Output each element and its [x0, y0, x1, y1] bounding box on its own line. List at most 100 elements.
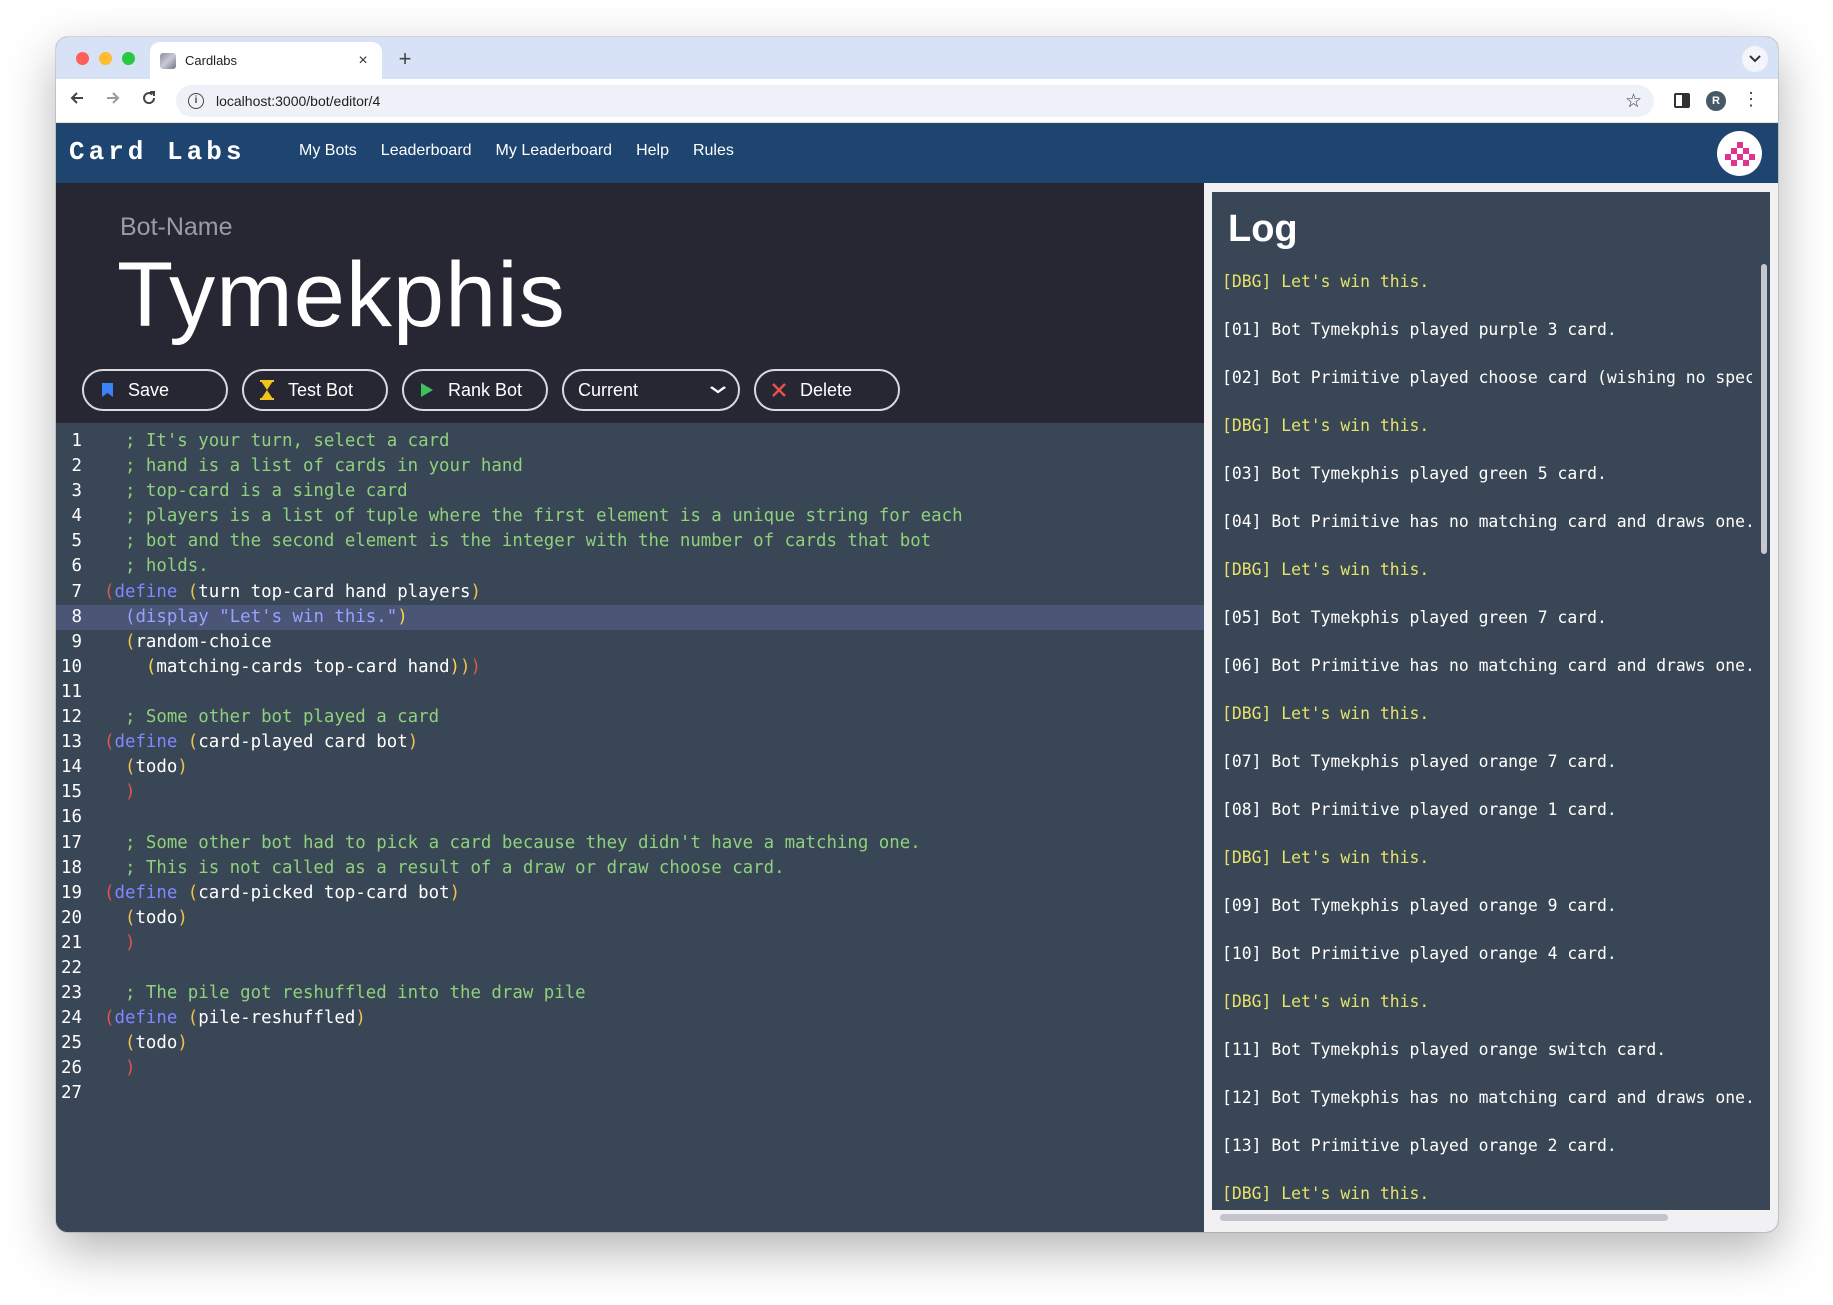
- log-entry: [DBG] Let's win this.: [1222, 848, 1430, 867]
- log-entry: [01] Bot Tymekphis played purple 3 card.: [1222, 320, 1617, 339]
- line-number: 19: [61, 882, 82, 903]
- site-info-icon[interactable]: i: [188, 93, 204, 109]
- line-number: 7: [71, 581, 82, 602]
- log-title: Log: [1228, 208, 1298, 250]
- code-line: 9 (random-choice: [56, 630, 1204, 655]
- log-entry: [07] Bot Tymekphis played orange 7 card.: [1222, 752, 1617, 771]
- url-text[interactable]: localhost:3000/bot/editor/4: [216, 93, 1625, 109]
- back-button[interactable]: [64, 88, 90, 114]
- code-comment: ; Some other bot played a card: [124, 707, 440, 728]
- code-function: todo: [135, 1033, 178, 1054]
- code-keyword: define: [114, 732, 178, 753]
- nav-link-rules[interactable]: Rules: [693, 142, 734, 160]
- code-comment: ; holds.: [124, 556, 209, 577]
- code-string: "Let's win this.": [219, 606, 398, 627]
- code-line: 18 ; This is not called as a result of a…: [56, 856, 1204, 881]
- code-signature: card-picked top-card bot: [198, 882, 450, 903]
- save-label: Save: [128, 379, 170, 400]
- code-line: 15 ): [56, 780, 1204, 805]
- log-entry: [DBG] Let's win this.: [1222, 416, 1430, 435]
- app-navbar: Card Labs My Bots Leaderboard My Leaderb…: [56, 124, 1778, 183]
- log-vertical-scrollbar[interactable]: [1761, 264, 1767, 554]
- maximize-window-button[interactable]: [122, 52, 135, 65]
- code-line: 16: [56, 805, 1204, 830]
- bot-name-label: Bot-Name: [120, 213, 233, 241]
- log-entry: [DBG] Let's win this.: [1222, 272, 1430, 291]
- line-number: 2: [71, 456, 82, 477]
- code-function: todo: [135, 907, 178, 928]
- code-editor[interactable]: 1 ; It's your turn, select a card 2 ; ha…: [56, 423, 1204, 1232]
- line-number: 22: [61, 957, 82, 978]
- save-button[interactable]: Save: [82, 369, 228, 411]
- code-line: 5 ; bot and the second element is the in…: [56, 529, 1204, 554]
- bot-name-title[interactable]: Tymekphis: [117, 243, 566, 348]
- code-line: 11: [56, 680, 1204, 705]
- code-comment: ; hand is a list of cards in your hand: [124, 456, 523, 477]
- code-line: 27: [56, 1081, 1204, 1106]
- code-line: 10 (matching-cards top-card hand))): [56, 655, 1204, 680]
- arrow-left-icon: [70, 92, 83, 104]
- code-line: 6 ; holds.: [56, 554, 1204, 579]
- nav-link-my-leaderboard[interactable]: My Leaderboard: [496, 142, 613, 160]
- browser-window: Cardlabs × + i localhost:3000/bot/editor…: [56, 37, 1778, 1232]
- code-signature: turn top-card hand players: [198, 581, 471, 602]
- line-number: 20: [61, 907, 82, 928]
- profile-avatar[interactable]: R: [1706, 91, 1726, 111]
- line-number: 16: [61, 807, 82, 828]
- code-keyword: define: [114, 581, 178, 602]
- nav-links: My Bots Leaderboard My Leaderboard Help …: [299, 142, 734, 160]
- address-bar[interactable]: i localhost:3000/bot/editor/4 ☆: [176, 85, 1654, 117]
- version-select[interactable]: Current: [562, 369, 740, 411]
- code-line: 23 ; The pile got reshuffled into the dr…: [56, 981, 1204, 1006]
- log-entry: [09] Bot Tymekphis played orange 9 card.: [1222, 896, 1617, 915]
- line-number: 6: [71, 556, 82, 577]
- forward-button[interactable]: [100, 88, 126, 114]
- line-number: 26: [61, 1058, 82, 1079]
- log-entry: [13] Bot Primitive played orange 2 card.: [1222, 1136, 1617, 1155]
- line-number: 27: [61, 1083, 82, 1104]
- test-bot-button[interactable]: Test Bot: [242, 369, 388, 411]
- log-horizontal-scrollbar[interactable]: [1220, 1214, 1668, 1221]
- code-line-active: 8 (display "Let's win this."): [56, 604, 1204, 630]
- code-comment: ; This is not called as a result of a dr…: [124, 857, 785, 878]
- code-line: 26 ): [56, 1056, 1204, 1081]
- code-line: 3 ; top-card is a single card: [56, 479, 1204, 504]
- reload-icon: [143, 91, 156, 105]
- reload-button[interactable]: [136, 88, 162, 114]
- nav-link-help[interactable]: Help: [636, 142, 669, 160]
- close-window-button[interactable]: [76, 52, 89, 65]
- chevron-down-icon: [710, 383, 727, 397]
- bookmark-icon: [98, 382, 116, 398]
- code-function: todo: [135, 757, 178, 778]
- bookmark-star-icon[interactable]: ☆: [1625, 90, 1642, 113]
- line-number: 14: [61, 757, 82, 778]
- app-logo[interactable]: Card Labs: [69, 137, 245, 167]
- code-line: 21 ): [56, 931, 1204, 956]
- nav-link-my-bots[interactable]: My Bots: [299, 142, 357, 160]
- browser-menu-icon[interactable]: ⋮: [1742, 89, 1760, 110]
- browser-tab[interactable]: Cardlabs ×: [150, 42, 382, 79]
- log-entry: [11] Bot Tymekphis played orange switch …: [1222, 1040, 1667, 1059]
- code-line: 12 ; Some other bot played a card: [56, 705, 1204, 730]
- nav-link-leaderboard[interactable]: Leaderboard: [381, 142, 472, 160]
- code-keyword: define: [114, 1008, 178, 1029]
- delete-button[interactable]: Delete: [754, 369, 900, 411]
- close-tab-icon[interactable]: ×: [354, 52, 372, 70]
- user-avatar[interactable]: [1717, 131, 1762, 176]
- log-container[interactable]: Log [DBG] Let's win this. [01] Bot Tymek…: [1212, 192, 1770, 1224]
- log-entry: [DBG] Let's win this.: [1222, 992, 1430, 1011]
- line-number: 11: [61, 681, 82, 702]
- code-line: 24 (define (pile-reshuffled): [56, 1006, 1204, 1031]
- new-tab-button[interactable]: +: [392, 46, 418, 72]
- log-entry: [10] Bot Primitive played orange 4 card.: [1222, 944, 1617, 963]
- rank-bot-button[interactable]: Rank Bot: [402, 369, 548, 411]
- side-panel-icon[interactable]: [1674, 93, 1690, 108]
- delete-label: Delete: [800, 379, 853, 400]
- code-signature: pile-reshuffled: [198, 1008, 356, 1029]
- tab-search-button[interactable]: [1742, 46, 1768, 72]
- minimize-window-button[interactable]: [99, 52, 112, 65]
- bot-header: Bot-Name Tymekphis Save Test Bot Rank Bo…: [56, 183, 1204, 423]
- code-line: 22: [56, 956, 1204, 981]
- browser-toolbar: i localhost:3000/bot/editor/4 ☆ R ⋮: [56, 79, 1778, 123]
- log-entry: [03] Bot Tymekphis played green 5 card.: [1222, 464, 1607, 483]
